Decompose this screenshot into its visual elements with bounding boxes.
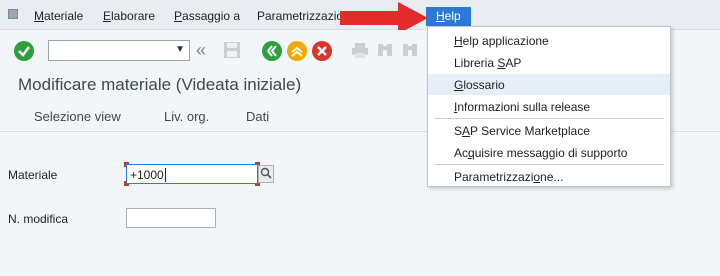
required-marker bbox=[124, 181, 129, 186]
cancel-red-icon[interactable] bbox=[312, 41, 332, 61]
selezione-view-button[interactable]: Selezione view bbox=[34, 109, 121, 124]
text-cursor bbox=[164, 168, 166, 182]
find-next-icon[interactable] bbox=[400, 40, 420, 66]
help-menu-item-parametrizzazione[interactable]: Parametrizzazione... bbox=[428, 166, 670, 187]
help-menu-item-sap-service-marketplace[interactable]: SAP Service Marketplace bbox=[428, 120, 670, 141]
help-menu-item-help-applicazione[interactable]: Help applicazione bbox=[428, 30, 670, 51]
help-menu-item-glossario[interactable]: Glossario bbox=[428, 74, 670, 95]
menu-materiale-key: M bbox=[34, 9, 44, 23]
dati-button[interactable]: Dati bbox=[246, 109, 269, 124]
menu-separator bbox=[434, 118, 664, 119]
save-icon[interactable] bbox=[222, 40, 242, 66]
change-number-label: N. modifica bbox=[8, 212, 69, 226]
help-menu-item-acquisire-messaggio[interactable]: Acquisire messaggio di supporto bbox=[428, 142, 670, 163]
find-icon[interactable] bbox=[375, 40, 395, 66]
material-label: Materiale bbox=[8, 168, 58, 182]
page-title: Modificare materiale (Videata iniziale) bbox=[18, 75, 302, 94]
menu-help[interactable]: Help bbox=[426, 7, 471, 26]
back-green-icon[interactable] bbox=[262, 41, 282, 61]
enter-check-icon[interactable] bbox=[14, 41, 34, 61]
help-menu-item-informazioni-release[interactable]: Informazioni sulla release bbox=[428, 96, 670, 117]
command-field[interactable]: ▼ bbox=[48, 40, 190, 61]
exit-yellow-icon[interactable] bbox=[287, 41, 307, 61]
menu-passaggio-a[interactable]: Passaggio a bbox=[174, 9, 240, 23]
required-marker bbox=[124, 162, 129, 167]
command-dropdown-icon[interactable]: ▼ bbox=[175, 44, 185, 55]
back-double-chevron-icon[interactable]: « bbox=[196, 40, 206, 60]
liv-org-button[interactable]: Liv. org. bbox=[164, 109, 209, 124]
print-icon[interactable] bbox=[350, 40, 370, 66]
material-input[interactable]: +1000 bbox=[126, 164, 258, 184]
material-input-value: +1000 bbox=[130, 168, 164, 182]
menu-materiale-rest: ateriale bbox=[44, 9, 84, 23]
help-dropdown-menu: Help applicazione Libreria SAP Glossario… bbox=[427, 26, 671, 187]
menu-materiale[interactable]: Materiale bbox=[34, 9, 83, 23]
menu-separator bbox=[434, 164, 664, 165]
help-menu-item-libreria-sap[interactable]: Libreria SAP bbox=[428, 52, 670, 73]
value-help-icon[interactable] bbox=[258, 165, 274, 183]
change-number-input[interactable] bbox=[126, 208, 216, 228]
sap-menu-icon[interactable] bbox=[8, 9, 18, 19]
menu-elaborare[interactable]: Elaborare bbox=[103, 9, 155, 23]
